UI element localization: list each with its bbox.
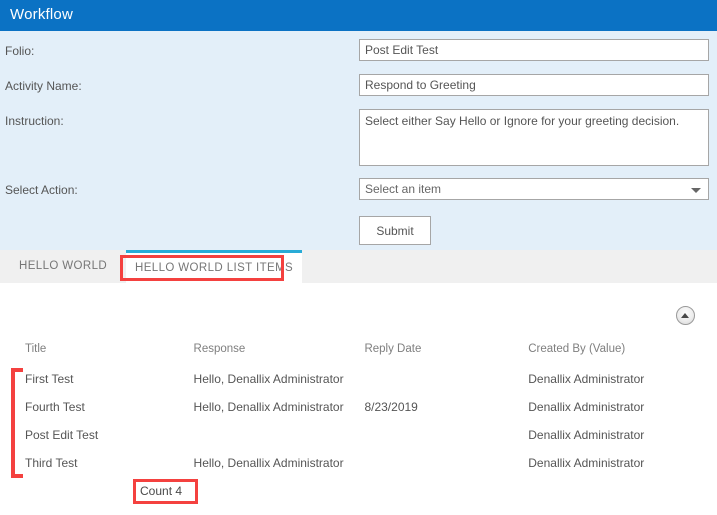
folio-input[interactable]	[359, 39, 709, 61]
cell-created-by: Denallix Administrator	[528, 400, 645, 414]
column-header-response: Response	[193, 343, 246, 355]
cell-response: Hello, Denallix Administrator	[193, 400, 344, 414]
select-action-value: Select an item	[365, 182, 442, 196]
window-title-bar: Workflow	[0, 0, 717, 31]
workflow-form-panel: Folio: Activity Name: Instruction: Selec…	[0, 31, 717, 250]
folio-label: Folio:	[5, 44, 35, 58]
cell-reply-date	[364, 365, 528, 393]
table-row[interactable]: Fourth Test Hello, Denallix Administrato…	[0, 393, 717, 421]
activity-name-input[interactable]	[359, 74, 709, 96]
cell-response: Hello, Denallix Administrator	[193, 372, 344, 386]
instruction-textarea[interactable]: Select either Say Hello or Ignore for yo…	[359, 109, 709, 166]
tab-hello-world[interactable]: HELLO WORLD	[19, 250, 107, 283]
table-row[interactable]: First Test Hello, Denallix Administrator…	[0, 365, 717, 393]
instruction-label: Instruction:	[5, 114, 64, 128]
cell-reply-date: 8/23/2019	[364, 400, 418, 414]
chevron-up-icon	[681, 313, 689, 318]
chevron-down-icon	[691, 188, 701, 193]
submit-button[interactable]: Submit	[359, 216, 431, 245]
column-header-created-by: Created By (Value)	[528, 343, 626, 355]
tab-hello-world-list-items[interactable]: HELLO WORLD LIST ITEMS	[126, 250, 303, 283]
activity-name-label: Activity Name:	[5, 79, 82, 93]
cell-title: Fourth Test	[25, 400, 85, 414]
list-item-count: Count 4	[140, 484, 183, 498]
select-action-dropdown[interactable]: Select an item	[359, 178, 709, 200]
cell-reply-date	[364, 421, 528, 449]
cell-created-by: Denallix Administrator	[528, 372, 645, 386]
cell-created-by: Denallix Administrator	[528, 456, 645, 470]
cell-created-by: Denallix Administrator	[528, 428, 645, 442]
cell-reply-date	[364, 449, 528, 477]
cell-title: Post Edit Test	[25, 428, 99, 442]
column-header-reply-date: Reply Date	[364, 343, 422, 355]
hello-world-list-items-table: Title Response Reply Date Created By (Va…	[0, 343, 717, 477]
column-header-title: Title	[25, 343, 47, 355]
cell-response: Hello, Denallix Administrator	[193, 456, 344, 470]
page-title: Workflow	[10, 6, 73, 23]
table-row[interactable]: Third Test Hello, Denallix Administrator…	[0, 449, 717, 477]
select-action-label: Select Action:	[5, 183, 78, 197]
table-header-row: Title Response Reply Date Created By (Va…	[0, 343, 717, 365]
cell-title: Third Test	[25, 456, 78, 470]
cell-response	[194, 421, 365, 449]
cell-title: First Test	[25, 372, 74, 386]
table-row[interactable]: Post Edit Test Denallix Administrator	[0, 421, 717, 449]
list-items-panel: Title Response Reply Date Created By (Va…	[0, 283, 717, 515]
tab-strip: HELLO WORLD HELLO WORLD LIST ITEMS	[0, 250, 717, 283]
collapse-toggle-button[interactable]	[676, 306, 695, 325]
